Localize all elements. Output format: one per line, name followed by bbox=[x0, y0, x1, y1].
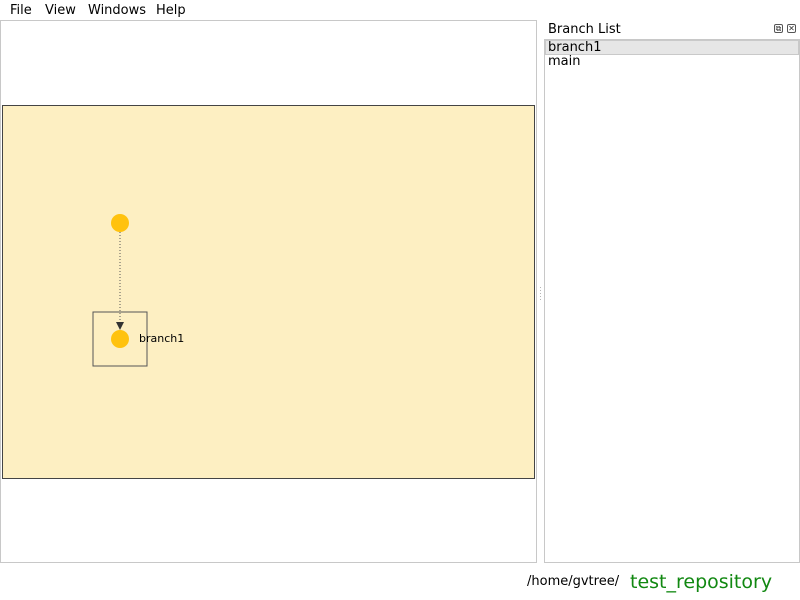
status-repo-name: test_repository bbox=[630, 571, 773, 593]
graph-scene[interactable]: branch1 bbox=[2, 105, 535, 479]
menu-bar: File View Windows Help bbox=[0, 0, 800, 20]
commit-node-branch1[interactable] bbox=[111, 330, 129, 348]
commit-node[interactable] bbox=[111, 214, 129, 232]
close-icon[interactable]: ✕ bbox=[787, 24, 796, 33]
menu-help[interactable]: Help bbox=[156, 3, 186, 18]
dock-title: Branch List bbox=[548, 22, 621, 37]
branch-label: branch1 bbox=[139, 332, 184, 345]
menu-file[interactable]: File bbox=[10, 3, 32, 18]
list-item-main[interactable]: main bbox=[545, 55, 799, 70]
status-path: /home/gvtree/ bbox=[527, 574, 620, 589]
menu-view[interactable]: View bbox=[45, 3, 76, 18]
version-graph: branch1 bbox=[92, 214, 184, 367]
graph-view[interactable]: branch1 bbox=[0, 20, 537, 563]
edge-arrowhead bbox=[116, 322, 124, 330]
branch-list[interactable]: branch1 main bbox=[544, 39, 800, 563]
list-item-branch1[interactable]: branch1 bbox=[545, 40, 799, 55]
float-icon[interactable]: ⧉ bbox=[774, 24, 783, 33]
menu-windows[interactable]: Windows bbox=[88, 3, 146, 18]
